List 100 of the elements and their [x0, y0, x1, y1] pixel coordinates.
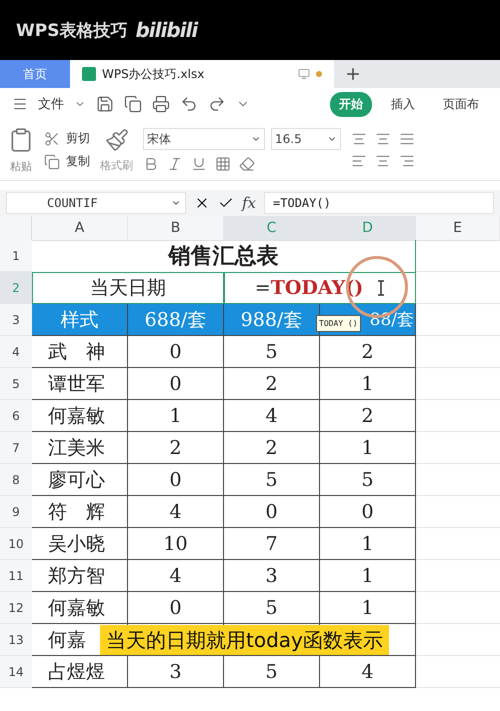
- unsaved-dot-icon: [316, 71, 322, 77]
- row-header[interactable]: 3: [0, 304, 32, 336]
- header-cell: 688/套: [128, 304, 224, 336]
- header-cell: 988/套: [224, 304, 320, 336]
- subtitle-caption: 当天的日期就用today函数表示: [100, 625, 389, 655]
- row-header[interactable]: 8: [0, 464, 32, 496]
- column-header[interactable]: B: [128, 216, 224, 241]
- row-header[interactable]: 14: [0, 656, 32, 688]
- align-top-icon[interactable]: [351, 131, 367, 147]
- cut-button[interactable]: 剪切: [66, 130, 90, 147]
- save-icon[interactable]: [96, 95, 114, 113]
- sheet-title: 销售汇总表: [32, 240, 416, 272]
- table-cell: 5: [224, 464, 320, 496]
- print-icon[interactable]: [152, 95, 170, 113]
- font-name-select[interactable]: 宋体: [143, 128, 265, 150]
- table-cell: 1: [320, 432, 416, 464]
- table-cell: 5: [224, 336, 320, 368]
- table-cell: 5: [224, 656, 320, 688]
- table-cell: 吴小晓: [32, 528, 128, 560]
- align-center-icon[interactable]: [375, 153, 391, 169]
- table-cell: 廖可心: [32, 464, 128, 496]
- row-header[interactable]: 1: [0, 240, 32, 272]
- align-left-icon[interactable]: [351, 153, 367, 169]
- table-cell: 符 辉: [32, 496, 128, 528]
- row-header[interactable]: 5: [0, 368, 32, 400]
- indent-icon[interactable]: [399, 131, 415, 147]
- table-cell: 2: [224, 368, 320, 400]
- menu-icon[interactable]: [12, 96, 28, 112]
- row-header[interactable]: 9: [0, 496, 32, 528]
- table-cell: 4: [224, 400, 320, 432]
- table-cell: 江美米: [32, 432, 128, 464]
- export-icon[interactable]: [124, 95, 142, 113]
- ribbon-tab[interactable]: 页面布: [434, 92, 488, 116]
- header-cell: 样式: [32, 304, 128, 336]
- italic-icon[interactable]: [167, 156, 183, 172]
- table-cell: 3: [224, 560, 320, 592]
- table-cell: 占煜煜: [32, 656, 128, 688]
- table-cell: 1: [320, 560, 416, 592]
- copy-button[interactable]: 复制: [66, 153, 90, 170]
- font-size-select[interactable]: 16.5: [271, 128, 341, 150]
- function-button[interactable]: fx: [242, 194, 256, 212]
- table-cell: 1: [320, 528, 416, 560]
- row-header[interactable]: 10: [0, 528, 32, 560]
- table-cell: 1: [128, 400, 224, 432]
- row-header[interactable]: 7: [0, 432, 32, 464]
- table-cell: 何嘉敏: [32, 592, 128, 624]
- table-cell: 7: [224, 528, 320, 560]
- table-cell: 谭世军: [32, 368, 128, 400]
- text-cursor-icon: [377, 280, 386, 296]
- table-cell: 当天日期: [32, 272, 224, 304]
- underline-icon[interactable]: [191, 156, 207, 172]
- border-icon[interactable]: [215, 156, 231, 172]
- table-cell: 0: [320, 496, 416, 528]
- row-header[interactable]: 12: [0, 592, 32, 624]
- table-cell: 10: [128, 528, 224, 560]
- table-cell: 5: [320, 464, 416, 496]
- function-tooltip: TODAY (): [316, 315, 361, 332]
- row-header[interactable]: 13: [0, 624, 32, 656]
- video-title: WPS表格技巧: [16, 20, 128, 42]
- table-cell: 0: [128, 592, 224, 624]
- table-cell: 0: [128, 336, 224, 368]
- table-cell: 0: [224, 496, 320, 528]
- table-cell: 武 神: [32, 336, 128, 368]
- column-header[interactable]: A: [32, 216, 128, 241]
- row-header[interactable]: 6: [0, 400, 32, 432]
- table-cell: 2: [320, 336, 416, 368]
- table-cell: 1: [320, 368, 416, 400]
- table-cell: 4: [320, 656, 416, 688]
- table-cell: 3: [128, 656, 224, 688]
- copy-icon[interactable]: [44, 154, 60, 170]
- table-cell: 1: [320, 592, 416, 624]
- ribbon-tab[interactable]: 插入: [382, 92, 424, 116]
- eraser-icon[interactable]: [239, 156, 255, 172]
- align-right-icon[interactable]: [399, 153, 415, 169]
- row-header[interactable]: 11: [0, 560, 32, 592]
- column-header[interactable]: E: [416, 216, 500, 241]
- align-middle-icon[interactable]: [375, 131, 391, 147]
- table-cell: 0: [128, 368, 224, 400]
- paste-button[interactable]: 粘贴: [10, 158, 32, 174]
- table-cell: 何嘉敏: [32, 400, 128, 432]
- add-tab-icon[interactable]: [344, 65, 362, 83]
- table-cell: 郑方智: [32, 560, 128, 592]
- name-box[interactable]: COUNTIF: [6, 192, 186, 214]
- file-menu[interactable]: 文件: [38, 95, 64, 113]
- table-cell: 2: [224, 432, 320, 464]
- table-cell: 4: [128, 496, 224, 528]
- monitor-icon[interactable]: [298, 68, 310, 80]
- row-header[interactable]: 4: [0, 336, 32, 368]
- formula-field[interactable]: =TODAY(): [264, 192, 494, 214]
- table-cell: 2: [128, 432, 224, 464]
- table-cell: 4: [128, 560, 224, 592]
- table-cell: 5: [224, 592, 320, 624]
- redo-icon[interactable]: [208, 95, 226, 113]
- undo-icon[interactable]: [180, 95, 198, 113]
- table-cell: 0: [128, 464, 224, 496]
- brush-icon[interactable]: [104, 128, 128, 152]
- document-tab[interactable]: WPS办公技巧.xlsx: [70, 60, 334, 88]
- logo: bilibili: [135, 18, 198, 42]
- scissors-icon[interactable]: [44, 130, 60, 146]
- table-cell: 2: [320, 400, 416, 432]
